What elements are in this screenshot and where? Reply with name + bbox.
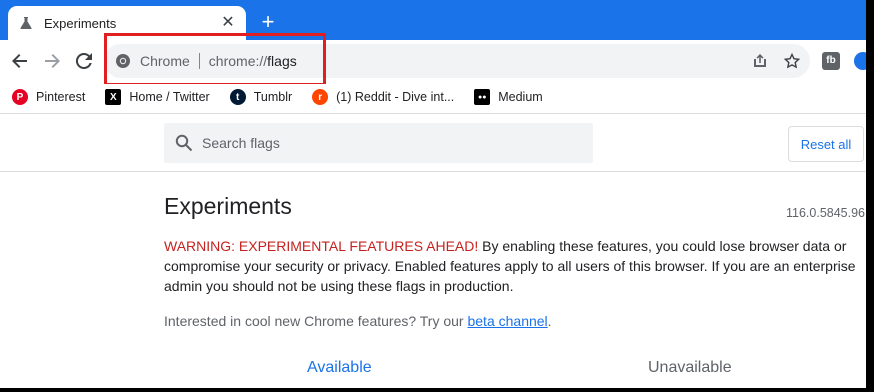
flask-icon	[18, 15, 34, 31]
back-button[interactable]	[8, 49, 32, 73]
bookmark-label: (1) Reddit - Dive int...	[336, 90, 455, 104]
flags-header: Reset all	[0, 114, 866, 172]
bookmark-item[interactable]: ●● Medium	[462, 84, 550, 110]
bookmarks-bar: P Pinterest X Home / Twitter t Tumblr r (1) Red…	[0, 84, 866, 110]
warning-text: WARNING: EXPERIMENTAL FEATURES AHEAD! By…	[164, 236, 864, 296]
extension-button[interactable]: fb	[822, 52, 840, 70]
promo-period: .	[547, 313, 552, 329]
bookmark-label: Tumblr	[253, 90, 293, 104]
tab-available[interactable]: Available	[307, 359, 372, 377]
version-number: 116.0.5845.96	[786, 206, 866, 220]
back-arrow-icon	[12, 54, 27, 68]
share-button[interactable]	[748, 49, 772, 73]
bookmark-item[interactable]: P Pinterest	[0, 84, 93, 110]
bookmark-label: Medium	[498, 90, 543, 104]
bookmark-star-button[interactable]	[780, 49, 804, 73]
forward-button[interactable]	[40, 49, 64, 73]
medium-icon: ●●	[474, 89, 491, 105]
reload-icon	[75, 52, 92, 69]
bookmark-item[interactable]: t Tumblr	[218, 84, 300, 110]
x-icon: X	[105, 89, 122, 105]
promo-text: Interested in cool new Chrome features? …	[164, 313, 468, 329]
tumblr-icon: t	[229, 89, 246, 105]
close-tab-icon[interactable]: ✕	[220, 15, 236, 31]
highlight-box	[104, 33, 326, 86]
warning-heading: WARNING: EXPERIMENTAL FEATURES AHEAD!	[164, 238, 479, 254]
tab-unavailable[interactable]: Unavailable	[648, 359, 732, 377]
flags-tabs: Available Unavailable	[164, 357, 864, 388]
new-tab-button[interactable]: +	[256, 10, 280, 34]
beta-promo-text: Interested in cool new Chrome features? …	[164, 313, 552, 329]
bookmark-label: Pinterest	[36, 90, 86, 104]
beta-channel-link[interactable]: beta channel	[467, 313, 547, 329]
bookmark-item[interactable]: X Home / Twitter	[93, 84, 217, 110]
profile-avatar[interactable]	[854, 52, 866, 70]
reset-all-button[interactable]: Reset all	[788, 126, 864, 162]
search-flags-box[interactable]	[164, 123, 593, 163]
reddit-icon: r	[312, 89, 329, 105]
search-flags-input[interactable]	[202, 135, 572, 151]
page-title: Experiments	[164, 193, 292, 219]
share-icon	[754, 54, 766, 67]
bookmark-item[interactable]: r (1) Reddit - Dive int...	[300, 84, 462, 110]
tab-title: Experiments	[44, 15, 117, 31]
bookmark-label: Home / Twitter	[129, 90, 210, 104]
pinterest-icon: P	[12, 89, 28, 105]
search-icon	[174, 133, 194, 153]
browser-window: Experiments ✕ + Chrome chrome://flags fb…	[0, 0, 866, 388]
reload-button[interactable]	[72, 49, 96, 73]
star-icon	[784, 53, 800, 69]
forward-arrow-icon	[45, 54, 60, 68]
flags-content: Experiments 116.0.5845.96 WARNING: EXPER…	[0, 173, 866, 388]
